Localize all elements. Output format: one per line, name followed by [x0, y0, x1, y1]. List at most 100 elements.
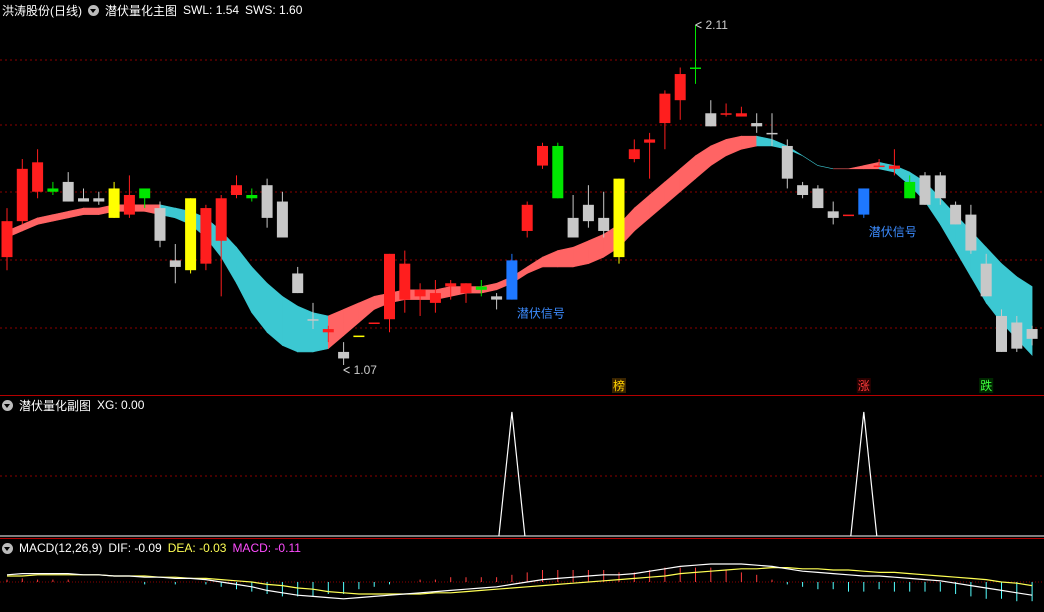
- dif-line: [6, 563, 1033, 600]
- main-chart-canvas[interactable]: 2.111.07潜伏信号潜伏信号榜涨跌: [0, 0, 1044, 395]
- trend-band-segment: [52, 210, 69, 222]
- candle-body: [246, 195, 258, 199]
- trend-band-segment: [664, 168, 681, 206]
- sub-chart-pane[interactable]: 潜伏量化副图 XG: 0.00: [0, 396, 1044, 538]
- candle-body: [445, 283, 457, 287]
- candle-body: [414, 289, 426, 297]
- candle-body: [169, 260, 181, 267]
- tag-marker-label: 跌: [980, 378, 992, 393]
- macd-canvas[interactable]: [0, 539, 1044, 612]
- low-arrow-icon: [343, 366, 350, 374]
- candle-body: [705, 113, 717, 127]
- candle-body: [888, 165, 900, 169]
- candle-body: [628, 149, 640, 160]
- trend-band-segment: [358, 295, 375, 324]
- candle-body: [552, 145, 564, 199]
- candle-body: [537, 145, 548, 166]
- trend-band-segment: [588, 233, 605, 265]
- candle-body: [93, 198, 105, 202]
- trend-band-segment: [343, 302, 360, 337]
- trend-band-segment: [542, 250, 559, 268]
- candle-body: [261, 185, 273, 218]
- candle-body: [139, 188, 151, 199]
- high-price-label: 2.11: [706, 18, 729, 32]
- candle-body: [919, 175, 931, 205]
- trend-band-segment: [633, 194, 650, 232]
- candle-body: [797, 185, 809, 195]
- candle-body: [904, 181, 916, 199]
- candle-body: [353, 335, 365, 338]
- trend-band-segment: [83, 207, 100, 215]
- candle-body: [720, 113, 732, 115]
- candle-body: [429, 293, 441, 303]
- candle-body: [873, 165, 885, 168]
- candle-body: [292, 273, 304, 294]
- trend-band-segment: [710, 138, 727, 167]
- trend-band-segment: [557, 246, 574, 268]
- candle-body: [766, 132, 778, 135]
- candle-body: [231, 185, 242, 195]
- trend-band-segment: [741, 135, 758, 150]
- candle-body: [16, 168, 28, 222]
- trend-band-segment: [266, 282, 283, 347]
- candle-body: [781, 145, 793, 179]
- candle-body: [47, 188, 59, 192]
- trend-band-segment: [848, 165, 865, 170]
- trend-band-segment: [756, 135, 773, 147]
- candle-body: [185, 198, 197, 271]
- trend-band-segment: [725, 135, 742, 157]
- trend-band-segment: [526, 256, 543, 274]
- candle-body: [123, 195, 135, 215]
- candle-body: [567, 217, 579, 238]
- trend-band-segment: [679, 155, 696, 193]
- trend-band-segment: [802, 155, 819, 166]
- candle-body: [322, 329, 334, 333]
- high-arrow-icon: [695, 21, 702, 29]
- low-price-label: 1.07: [354, 363, 378, 377]
- candle-body: [368, 322, 380, 324]
- candle-body: [613, 178, 625, 258]
- candle-body: [399, 263, 411, 300]
- tag-marker-label: 涨: [858, 378, 870, 393]
- candle-body: [950, 204, 962, 225]
- candle-body: [858, 188, 870, 215]
- candle-body: [690, 67, 701, 69]
- macd-pane[interactable]: MACD(12,26,9) DIF: -0.09 DEA: -0.03 MACD…: [0, 539, 1044, 612]
- tag-marker-label: 榜: [613, 378, 625, 393]
- candle-body: [965, 214, 977, 251]
- candle-body: [215, 198, 227, 241]
- candle-body: [812, 188, 824, 209]
- dea-line: [7, 567, 1033, 595]
- candle-body: [491, 296, 503, 300]
- candle-body: [521, 204, 533, 231]
- xg-signal-spike: [850, 411, 878, 537]
- latent-signal-label: 潜伏信号: [517, 307, 565, 321]
- candle-body: [307, 319, 319, 321]
- candle-body: [1026, 329, 1038, 339]
- candle-body: [751, 123, 763, 127]
- trend-band-segment: [67, 207, 84, 219]
- sub-chart-canvas[interactable]: [0, 396, 1044, 538]
- trend-band-segment: [572, 240, 589, 268]
- candle-body: [843, 214, 854, 217]
- main-chart-pane[interactable]: 洪涛股份(日线) 潜伏量化主图 SWL: 1.54 SWS: 1.60 2.11…: [0, 0, 1044, 395]
- trend-band-segment: [297, 305, 314, 353]
- candle-body: [582, 204, 594, 222]
- trend-band-segment: [251, 266, 268, 334]
- trend-band-segment: [236, 246, 253, 313]
- xg-signal-spike: [498, 411, 526, 537]
- candle-body: [644, 139, 656, 143]
- trend-band-segment: [817, 165, 834, 170]
- candle-body: [598, 217, 610, 231]
- candle-body: [338, 351, 350, 359]
- candle-body: [934, 175, 946, 199]
- candle-body: [460, 283, 472, 294]
- candle-body: [78, 198, 89, 202]
- candle-body: [735, 113, 747, 117]
- latent-signal-label: 潜伏信号: [869, 225, 917, 239]
- candle-body: [276, 201, 288, 238]
- candle-body: [108, 188, 120, 218]
- candle-body: [506, 260, 518, 300]
- candle-body: [32, 162, 44, 192]
- candle-body: [1011, 322, 1023, 349]
